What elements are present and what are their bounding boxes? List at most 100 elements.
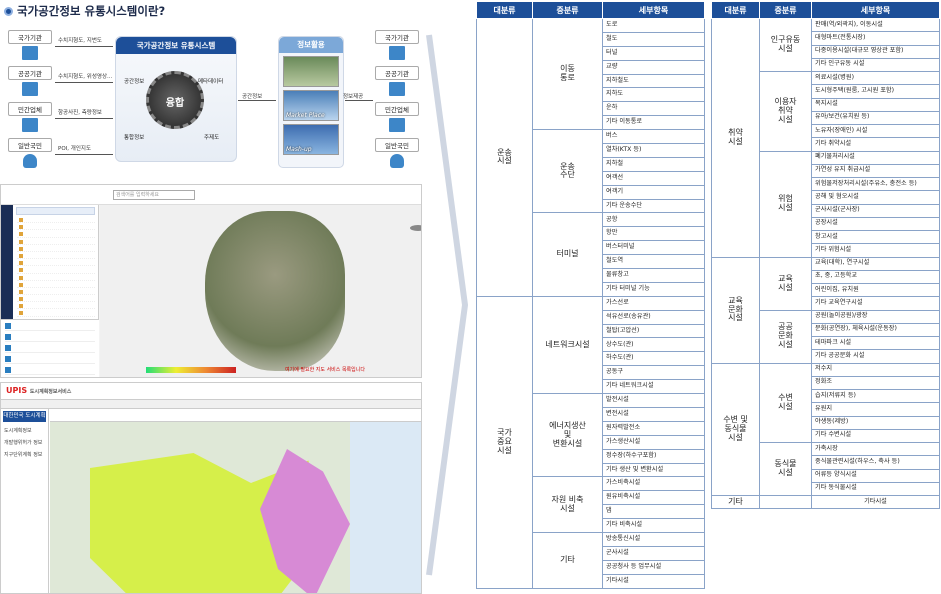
upis-left-item[interactable]: 개발행위허가 정보 bbox=[4, 439, 45, 446]
building-icon bbox=[22, 82, 38, 96]
arrow-label: 항공사진, 측량정보 bbox=[58, 110, 102, 116]
detail-item: 석유선로(송유관) bbox=[602, 309, 705, 325]
middle-category: 이동 통로 bbox=[532, 17, 603, 131]
detail-item: 변전시설 bbox=[602, 406, 705, 422]
portal-menu-list[interactable] bbox=[1, 319, 99, 377]
detail-item: 버스 bbox=[602, 129, 705, 145]
person-icon bbox=[23, 154, 37, 168]
detail-item: 원유비축시설 bbox=[602, 490, 705, 506]
tree-row[interactable] bbox=[17, 267, 95, 274]
thumbnail-map bbox=[283, 56, 339, 87]
detail-item: 야생동(제방) bbox=[811, 415, 940, 430]
major-category: 운송 시설 bbox=[476, 18, 533, 297]
menu-row[interactable] bbox=[5, 333, 95, 342]
detail-item: 가스생산시설 bbox=[602, 434, 705, 450]
detail-item: 창고시설 bbox=[811, 229, 940, 245]
upis-left-item[interactable]: 지구단위계획 정보 bbox=[4, 451, 45, 458]
island-shape bbox=[410, 225, 421, 231]
detail-item: 하수도(관) bbox=[602, 351, 705, 367]
search-input[interactable]: 검색어를 입력하세요 bbox=[113, 190, 195, 200]
arrow-line bbox=[238, 100, 276, 101]
detail-item: 유아/보건(유치원 등) bbox=[811, 110, 940, 126]
tree-row[interactable] bbox=[17, 253, 95, 260]
menu-row[interactable] bbox=[5, 366, 95, 375]
building-icon bbox=[22, 46, 38, 60]
arrow-label: 공간정보 bbox=[242, 94, 263, 100]
detail-item: 기타 네트워크시설 bbox=[602, 379, 705, 395]
middle-category: 터미널 bbox=[532, 212, 603, 297]
detail-item: 기타 교육연구시설 bbox=[811, 296, 940, 311]
detail-item: 기타 위험시설 bbox=[811, 243, 940, 258]
upis-map-toolbar[interactable] bbox=[50, 409, 421, 422]
detail-item: 교육(대학), 연구시설 bbox=[811, 256, 940, 271]
tree-row[interactable] bbox=[17, 303, 95, 310]
system-label: 메타데이터 bbox=[198, 79, 224, 85]
tree-row[interactable] bbox=[17, 260, 95, 267]
detail-item: 기타 터미널 기능 bbox=[602, 281, 705, 297]
upis-menu-bar[interactable] bbox=[1, 400, 421, 409]
tree-row[interactable] bbox=[17, 224, 95, 231]
upis-map[interactable] bbox=[50, 409, 421, 593]
detail-item: 기타 동식물시설 bbox=[811, 481, 940, 497]
detail-item: 교량 bbox=[602, 59, 705, 75]
major-category: 국가 중요 시설 bbox=[476, 295, 533, 589]
detail-item: 복지시설 bbox=[811, 97, 940, 112]
page-title-text: 국가공간정보 유통시스템이란? bbox=[17, 4, 166, 18]
menu-row[interactable] bbox=[5, 344, 95, 353]
table-header: 대분류 bbox=[476, 1, 533, 19]
middle-category: 위험 시설 bbox=[759, 150, 812, 258]
building-icon bbox=[389, 82, 405, 96]
detail-item: 운하 bbox=[602, 101, 705, 117]
detail-item: 기타 공공문화 시설 bbox=[811, 349, 940, 364]
detail-item: 공항 bbox=[602, 212, 705, 228]
tree-header[interactable] bbox=[16, 207, 95, 215]
detail-item: 도로 bbox=[602, 18, 705, 33]
tree-row[interactable] bbox=[17, 231, 95, 238]
tree-row[interactable] bbox=[17, 289, 95, 296]
detail-item: 판매(역/외곽지), 이동시설 bbox=[811, 17, 940, 33]
sea-area bbox=[350, 422, 421, 593]
upis-left-item[interactable]: 도시계획정보 bbox=[4, 427, 45, 434]
detail-item: 정화조 bbox=[811, 375, 940, 391]
menu-row[interactable] bbox=[5, 322, 95, 331]
middle-category: 공공 문화 시설 bbox=[759, 309, 812, 364]
table-header: 중분류 bbox=[532, 1, 603, 19]
thumbnail-mashup: Mash-up bbox=[283, 124, 339, 155]
tree-row[interactable] bbox=[17, 239, 95, 245]
facility-table-1: 대분류 중분류 세부항목 운송 시설 이동 통로 도로 철도 터널 교량 지하철도 지하도 운하 기타 … bbox=[476, 1, 705, 589]
detail-item: 원자력발전소 bbox=[602, 420, 705, 436]
detail-item: 지하철도 bbox=[602, 73, 705, 89]
entity-right-1: 공공기관 bbox=[375, 66, 419, 96]
detail-item: 상수도(관) bbox=[602, 337, 705, 353]
detail-item: 문화(공연장), 체육시설(운동장) bbox=[811, 322, 940, 338]
tree-row[interactable] bbox=[17, 296, 95, 303]
table-header: 대분류 bbox=[711, 1, 760, 19]
tree-row[interactable] bbox=[17, 246, 95, 252]
detail-item: 터널 bbox=[602, 45, 705, 61]
detail-item: 댐 bbox=[602, 504, 705, 520]
detail-item: 철탑(고압선) bbox=[602, 323, 705, 339]
arrow-line bbox=[345, 100, 373, 101]
detail-item: 기타 취약시설 bbox=[811, 137, 940, 152]
detail-item: 공동구 bbox=[602, 365, 705, 381]
tree-row[interactable] bbox=[17, 282, 95, 288]
tree-row[interactable] bbox=[17, 275, 95, 281]
menu-row[interactable] bbox=[5, 355, 95, 364]
detail-item: 항만 bbox=[602, 226, 705, 242]
upis-logo[interactable]: UPIS 도시계획정보서비스 bbox=[6, 386, 71, 395]
detail-item: 여객선 bbox=[602, 170, 705, 186]
arrow-label: POI, 개인지도 bbox=[58, 146, 92, 152]
detail-item: 유원지 bbox=[811, 402, 940, 417]
tree-row[interactable] bbox=[17, 217, 95, 224]
detail-item: 중식물관련시설(하우스, 축사 등) bbox=[811, 455, 940, 470]
middle-category: 자원 비축 시설 bbox=[532, 476, 603, 533]
building-icon bbox=[389, 118, 405, 132]
person-icon bbox=[390, 154, 404, 168]
korea-map[interactable]: 여기에 필요한 지도 서비스 목록입니다 bbox=[100, 205, 421, 377]
tree-row[interactable] bbox=[17, 310, 95, 317]
system-label: 통합정보 bbox=[124, 135, 145, 141]
detail-item: 열차(KTX 등) bbox=[602, 143, 705, 158]
entity-left-3: 일반국민 bbox=[8, 138, 52, 168]
major-category: 기타 bbox=[711, 494, 760, 510]
arrow-line bbox=[55, 154, 113, 155]
